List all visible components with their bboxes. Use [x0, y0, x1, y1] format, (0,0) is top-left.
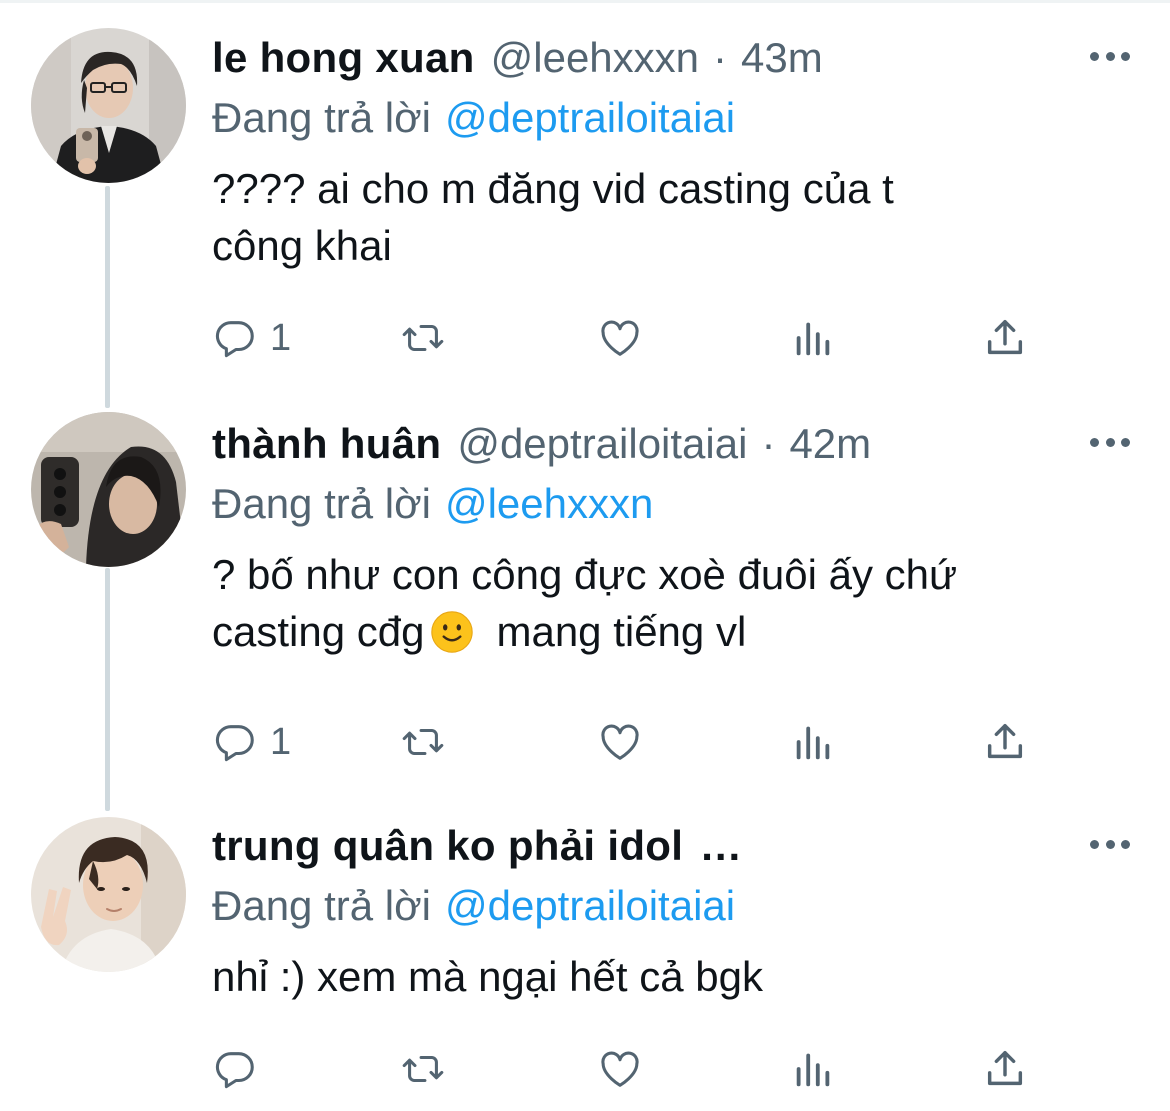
tweet-text: ???? ai cho m đăng vid casting của t côn… — [212, 165, 894, 269]
avatar[interactable] — [31, 817, 186, 972]
reply-icon — [215, 321, 254, 358]
avatar[interactable] — [31, 412, 186, 567]
reply-button[interactable]: 1 — [212, 717, 291, 767]
analytics-icon — [796, 322, 830, 356]
reply-count: 1 — [270, 316, 292, 359]
like-button[interactable] — [597, 313, 643, 363]
like-icon — [601, 724, 639, 760]
avatar-photo — [31, 817, 186, 972]
replying-to-label: Đang trả lời — [212, 480, 431, 527]
replying-to: Đang trả lời @deptrailoitaiai — [212, 90, 1130, 146]
analytics-button[interactable] — [790, 717, 836, 767]
tweet-text-line: ? bố như con công đực xoè đuôi ấy chứ — [212, 551, 958, 598]
share-button[interactable] — [982, 717, 1028, 767]
tweet-actions — [212, 1044, 1032, 1094]
more-horizontal-icon[interactable] — [1090, 48, 1130, 64]
avatar[interactable] — [31, 28, 186, 183]
reply-icon — [215, 1052, 254, 1089]
reply-button[interactable]: 1 — [212, 313, 291, 363]
share-button[interactable] — [982, 313, 1028, 363]
analytics-button[interactable] — [790, 1044, 836, 1094]
user-handle[interactable]: @deptrailoitaiai — [457, 416, 747, 472]
share-icon — [987, 319, 1023, 355]
timestamp[interactable]: 42m — [789, 416, 871, 472]
tweet-text: nhỉ :) xem mà ngại hết cả bgk — [212, 953, 763, 1000]
replying-to-label: Đang trả lời — [212, 94, 431, 141]
more-horizontal-icon[interactable] — [1090, 836, 1130, 852]
analytics-icon — [796, 726, 830, 760]
tweet-actions: 1 — [212, 717, 1032, 767]
replying-to: Đang trả lời @leehxxxn — [212, 476, 1130, 532]
retweet-icon — [402, 324, 444, 352]
retweet-button[interactable] — [400, 717, 446, 767]
retweet-icon — [402, 1055, 444, 1083]
tweet-header: thành huân @deptrailoitaiai · 42m — [212, 416, 1130, 472]
mention-link[interactable]: @deptrailoitaiai — [445, 882, 735, 929]
tweet[interactable]: thành huân @deptrailoitaiai · 42m Đang t… — [0, 405, 1170, 805]
analytics-button[interactable] — [790, 313, 836, 363]
tweet-text-segment: mang tiếng vl — [496, 608, 747, 655]
analytics-icon — [796, 1053, 830, 1087]
tweet[interactable]: le hong xuan @leehxxxn · 43m Đang trả lờ… — [0, 0, 1170, 400]
name-truncation: ... — [701, 822, 743, 869]
like-icon — [601, 320, 639, 356]
tweet-header: le hong xuan @leehxxxn · 43m — [212, 30, 1130, 86]
replying-to-label: Đang trả lời — [212, 882, 431, 929]
share-button[interactable] — [982, 1044, 1028, 1094]
retweet-button[interactable] — [400, 1044, 446, 1094]
separator-dot: · — [761, 420, 776, 467]
retweet-button[interactable] — [400, 313, 446, 363]
tweet-text-segment: casting cđg — [212, 608, 425, 655]
timestamp[interactable]: 43m — [741, 30, 823, 86]
like-icon — [601, 1051, 639, 1087]
reply-icon — [215, 725, 254, 762]
avatar-photo — [31, 28, 186, 183]
tweet-text: ? bố như con công đực xoè đuôi ấy chứ ca… — [212, 546, 1130, 660]
like-button[interactable] — [597, 717, 643, 767]
tweet[interactable]: trung quân ko phải idol ... Đang trả lời… — [0, 810, 1170, 1111]
separator-dot: · — [713, 34, 728, 81]
like-button[interactable] — [597, 1044, 643, 1094]
share-icon — [987, 723, 1023, 759]
tweet-actions: 1 — [212, 313, 1032, 363]
retweet-icon — [402, 728, 444, 756]
share-icon — [987, 1050, 1023, 1086]
reply-count: 1 — [270, 720, 292, 763]
more-horizontal-icon[interactable] — [1090, 434, 1130, 450]
display-name[interactable]: thành huân — [212, 416, 441, 472]
slightly-smiling-face-icon — [431, 611, 474, 653]
mention-link[interactable]: @leehxxxn — [445, 480, 653, 527]
mention-link[interactable]: @deptrailoitaiai — [445, 94, 735, 141]
display-name[interactable]: trung quân ko phải idol — [212, 818, 683, 874]
avatar-photo — [31, 412, 186, 567]
display-name[interactable]: le hong xuan — [212, 30, 475, 86]
user-handle[interactable]: @leehxxxn — [491, 30, 699, 86]
reply-button[interactable] — [212, 1044, 258, 1094]
tweet-header: trung quân ko phải idol ... — [212, 818, 1130, 874]
replying-to: Đang trả lời @deptrailoitaiai — [212, 878, 1130, 934]
